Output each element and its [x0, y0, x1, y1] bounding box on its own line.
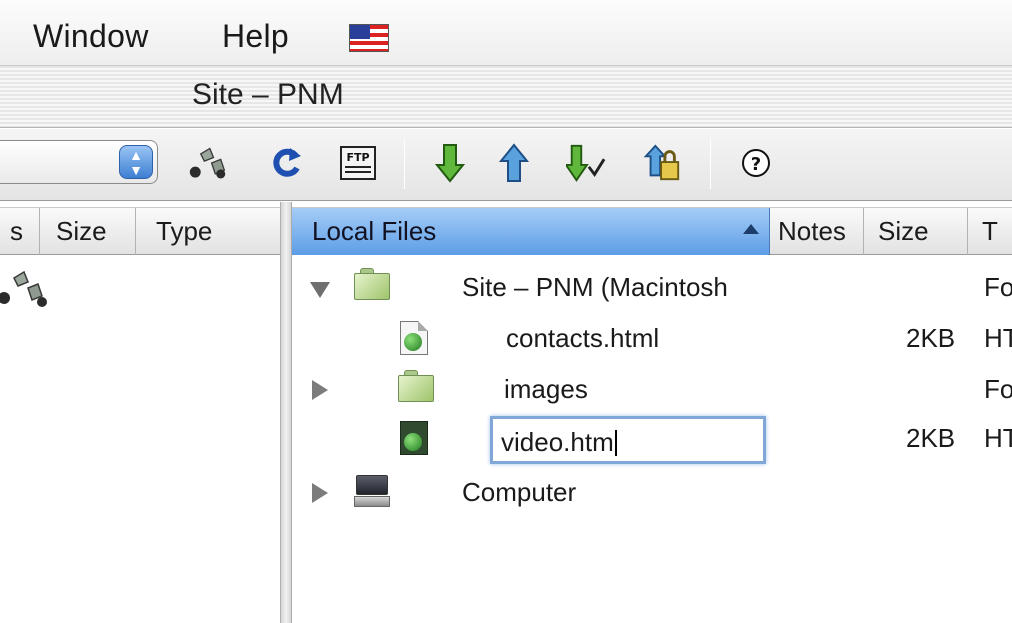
- local-col-size[interactable]: Size: [864, 208, 968, 255]
- rename-field[interactable]: video.htm: [490, 416, 766, 464]
- synchronize-icon[interactable]: [566, 143, 606, 183]
- remote-header-row: s Size Type: [0, 207, 280, 255]
- get-icon[interactable]: [430, 143, 470, 183]
- file-name: Site – PNM (Macintosh: [462, 272, 728, 302]
- menu-bar: Window Help: [0, 0, 1012, 66]
- pane-divider[interactable]: [281, 202, 292, 623]
- folder-icon: [398, 370, 434, 402]
- ftp-icon[interactable]: FTP: [338, 143, 378, 183]
- file-row-computer[interactable]: Computer: [292, 467, 1012, 519]
- file-type: HT: [984, 323, 1012, 353]
- toolbar: ▲ ▼ FTP ?: [0, 129, 1012, 201]
- check-in-icon[interactable]: [642, 143, 682, 183]
- computer-icon: [354, 475, 390, 507]
- window-titlebar[interactable]: Site – PNM: [0, 66, 1012, 128]
- put-icon[interactable]: [494, 143, 534, 183]
- toolbar-separator: [404, 139, 405, 189]
- file-size: 2KB: [906, 423, 956, 453]
- text-caret: [614, 430, 617, 456]
- file-row-video[interactable]: video.htm 2KB HT: [292, 413, 1012, 465]
- html-file-icon: [400, 421, 428, 455]
- file-name: images: [504, 374, 588, 404]
- menu-window[interactable]: Window: [33, 18, 149, 55]
- popup-arrows-icon: ▲ ▼: [119, 145, 153, 179]
- html-file-icon: [400, 321, 428, 355]
- disclosure-closed-icon[interactable]: [312, 483, 328, 503]
- ftp-label: FTP: [346, 151, 369, 164]
- help-label: ?: [751, 154, 761, 175]
- window-title: Site – PNM: [192, 78, 344, 111]
- sort-ascending-icon: [743, 224, 759, 234]
- file-size: 2KB: [906, 323, 956, 353]
- file-name: Computer: [462, 477, 577, 507]
- file-row-contacts[interactable]: contacts.html 2KB HT: [292, 313, 1012, 365]
- local-col-notes[interactable]: Notes: [770, 208, 864, 255]
- menu-help[interactable]: Help: [222, 18, 289, 55]
- site-popup-menu[interactable]: ▲ ▼: [0, 140, 158, 184]
- remote-col-size[interactable]: Size: [40, 208, 136, 255]
- remote-col-type[interactable]: Type: [136, 208, 281, 255]
- toolbar-separator: [710, 139, 711, 189]
- disclosure-closed-icon[interactable]: [312, 380, 328, 400]
- folder-icon: [354, 268, 390, 300]
- local-col-type[interactable]: T: [968, 208, 1012, 255]
- local-col-name[interactable]: Local Files: [292, 208, 770, 255]
- file-type: Fo: [984, 374, 1012, 404]
- refresh-icon[interactable]: [266, 143, 306, 183]
- local-header-row: Local Files Notes Size T: [292, 207, 1012, 255]
- connect-icon[interactable]: [188, 143, 228, 183]
- disclosure-open-icon[interactable]: [310, 282, 330, 298]
- file-row-site[interactable]: Site – PNM (Macintosh Fo: [292, 262, 1012, 314]
- file-row-images[interactable]: images Fo: [292, 364, 1012, 416]
- file-type: HT: [984, 423, 1012, 453]
- us-flag-icon[interactable]: [349, 24, 389, 52]
- remote-files-pane: s Size Type: [0, 202, 281, 623]
- help-icon[interactable]: ?: [736, 143, 776, 183]
- local-col-name-label: Local Files: [312, 216, 437, 246]
- remote-server-icon[interactable]: [0, 270, 52, 317]
- remote-col-name[interactable]: s: [0, 208, 40, 255]
- file-type: Fo: [984, 272, 1012, 302]
- local-files-pane: Local Files Notes Size T Site – PNM (Mac…: [292, 202, 1012, 623]
- file-name: contacts.html: [506, 323, 660, 353]
- rename-field-value: video.htm: [501, 427, 614, 457]
